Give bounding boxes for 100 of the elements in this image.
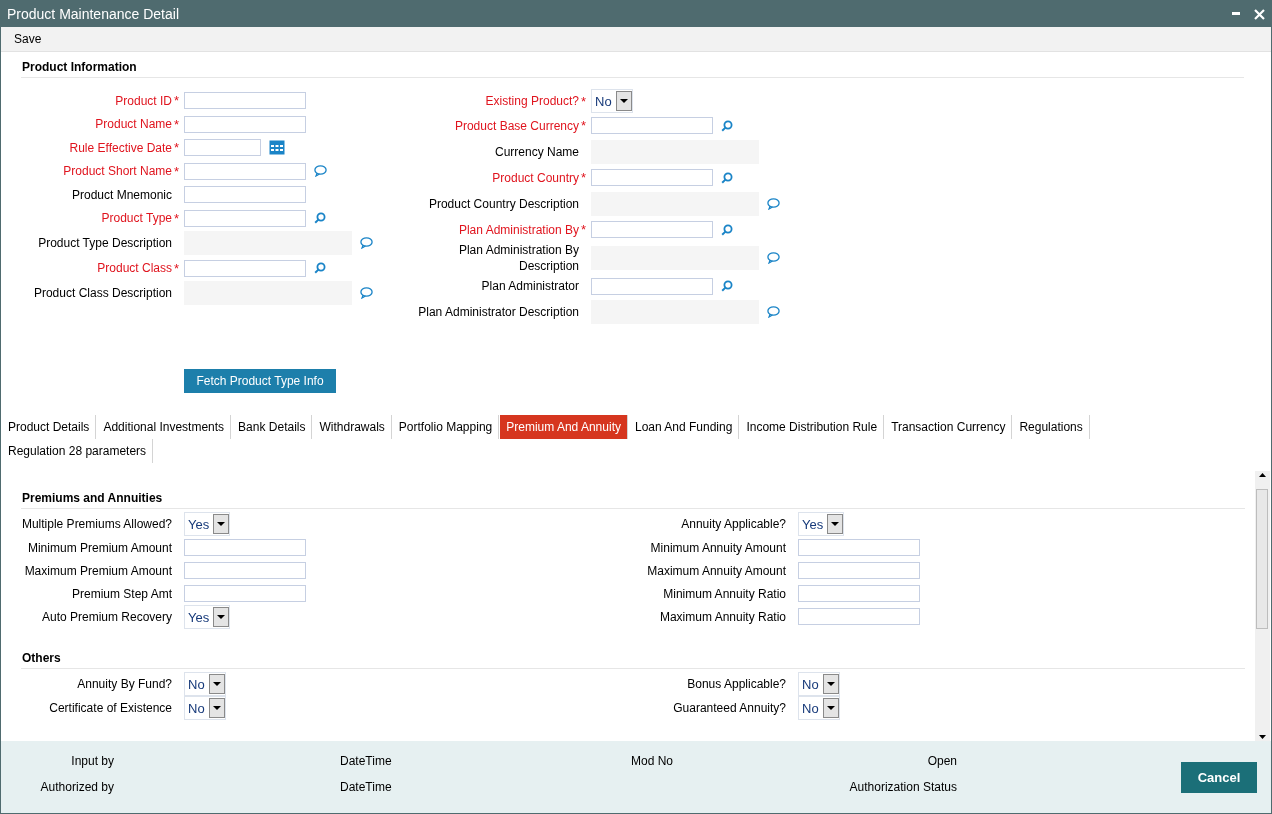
footer-label: DateTime <box>340 753 393 769</box>
required-marker: * <box>580 93 588 109</box>
search-icon[interactable] <box>721 171 733 184</box>
scrollbar[interactable] <box>1255 471 1270 741</box>
field-label: Auto Premium Recovery <box>40 609 172 625</box>
text-field[interactable] <box>591 117 713 135</box>
scroll-down-arrow-icon[interactable] <box>1259 735 1266 739</box>
speech-bubble-icon[interactable] <box>314 165 327 178</box>
field-label: Annuity By Fund? <box>76 676 172 692</box>
dropdown[interactable]: No <box>798 696 840 720</box>
calendar-icon[interactable] <box>269 140 285 156</box>
text-field[interactable] <box>184 585 306 602</box>
window-title: Product Maintenance Detail <box>7 6 179 22</box>
field-label: Bonus Applicable? <box>686 676 786 692</box>
text-field[interactable] <box>591 221 713 239</box>
dropdown[interactable]: No <box>184 696 226 720</box>
field-label: Premium Step Amt <box>70 585 172 602</box>
field-label: Rule Effective Date <box>68 139 172 156</box>
text-field[interactable] <box>591 277 713 295</box>
search-icon[interactable] <box>721 223 733 236</box>
field-label: Product Country Description <box>427 195 579 212</box>
save-button[interactable]: Save <box>9 30 47 48</box>
field-label: Annuity Applicable? <box>680 516 786 532</box>
scroll-up-arrow-icon[interactable] <box>1259 473 1266 477</box>
field-label: Minimum Annuity Amount <box>649 539 786 556</box>
search-icon[interactable] <box>721 119 733 132</box>
text-field[interactable] <box>184 115 306 133</box>
section-title: Others <box>21 651 1245 669</box>
required-marker: * <box>173 93 181 109</box>
text-field[interactable] <box>184 562 306 579</box>
date-field[interactable] <box>184 139 261 157</box>
field-label: Plan Administration By <box>457 221 579 238</box>
field-label: Product Name <box>94 116 172 133</box>
field-label: Plan Administration By Description <box>457 242 579 274</box>
field-label: Minimum Premium Amount <box>26 539 172 556</box>
field-label: Product Class Description <box>32 285 172 302</box>
speech-bubble-icon[interactable] <box>767 252 780 264</box>
required-marker: * <box>173 260 181 276</box>
footer-label: DateTime <box>340 779 393 795</box>
field-label: Minimum Annuity Ratio <box>662 585 786 602</box>
required-marker: * <box>580 170 588 186</box>
dropdown[interactable]: No <box>184 672 226 696</box>
text-field[interactable] <box>184 539 306 556</box>
dropdown[interactable]: No <box>798 672 840 696</box>
close-icon[interactable] <box>1254 8 1265 20</box>
tab[interactable]: Premium And Annuity <box>500 415 628 439</box>
cancel-button[interactable]: Cancel <box>1181 762 1257 793</box>
field-label: Multiple Premiums Allowed? <box>20 516 172 532</box>
field-label: Maximum Annuity Amount <box>646 562 786 579</box>
field-label: Plan Administrator <box>480 278 579 295</box>
required-marker: * <box>173 163 181 179</box>
dropdown[interactable]: Yes <box>184 605 231 629</box>
required-marker: * <box>173 210 181 226</box>
text-field[interactable] <box>184 92 306 110</box>
required-marker: * <box>580 118 588 134</box>
text-field[interactable] <box>184 162 306 180</box>
field-label: Maximum Annuity Ratio <box>658 608 786 625</box>
required-marker: * <box>580 222 588 238</box>
section-title: Premiums and Annuities <box>21 491 1245 509</box>
field-label: Certificate of Existence <box>48 700 172 716</box>
field-label: Product ID <box>114 92 172 109</box>
fetch-button[interactable]: Fetch Product Type Info <box>184 369 336 393</box>
search-icon[interactable] <box>314 212 326 225</box>
speech-bubble-icon[interactable] <box>767 306 780 319</box>
text-field[interactable] <box>184 209 306 227</box>
field-label: Existing Product? <box>484 93 579 110</box>
dropdown[interactable]: Yes <box>184 512 231 536</box>
search-icon[interactable] <box>314 262 326 275</box>
field-label: Product Type Description <box>37 235 172 252</box>
text-field[interactable] <box>798 562 920 579</box>
text-field[interactable] <box>184 186 306 204</box>
field-label: Plan Administrator Description <box>417 304 579 321</box>
speech-bubble-icon[interactable] <box>360 287 373 300</box>
field-label: Maximum Premium Amount <box>23 562 172 579</box>
required-marker: * <box>173 140 181 156</box>
field-label: Product Base Currency <box>453 117 579 134</box>
footer-label: Open <box>926 753 957 769</box>
field-label: Guaranteed Annuity? <box>672 700 786 716</box>
footer-label: Authorized by <box>39 779 114 795</box>
footer-label: Input by <box>70 753 114 769</box>
speech-bubble-icon[interactable] <box>360 237 373 250</box>
search-icon[interactable] <box>721 280 733 293</box>
text-field[interactable] <box>184 259 306 277</box>
footer-label: Authorization Status <box>848 779 957 795</box>
text-field[interactable] <box>798 539 920 556</box>
text-field[interactable] <box>591 169 713 187</box>
field-label: Product Mnemonic <box>70 186 172 203</box>
speech-bubble-icon[interactable] <box>767 197 780 210</box>
footer-label: Mod No <box>631 753 675 769</box>
required-marker: * <box>173 116 181 132</box>
dropdown[interactable]: Yes <box>798 512 845 536</box>
field-label: Currency Name <box>493 143 579 160</box>
dropdown[interactable]: No <box>591 89 633 114</box>
text-field[interactable] <box>798 585 920 602</box>
field-label: Product Country <box>491 169 579 186</box>
field-label: Product Type <box>100 210 172 227</box>
text-field[interactable] <box>798 608 920 625</box>
section-title: Product Information <box>21 60 1244 78</box>
field-label: Product Short Name <box>62 163 172 180</box>
minimize-icon[interactable] <box>1232 12 1240 16</box>
